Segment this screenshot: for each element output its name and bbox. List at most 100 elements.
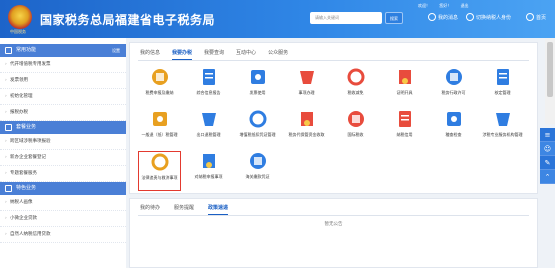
- service-tile[interactable]: 国际税收: [334, 109, 377, 149]
- sidebar-section-feature[interactable]: 特色业务: [0, 182, 126, 195]
- service-tile[interactable]: 发票使用: [236, 67, 279, 107]
- service-float-button[interactable]: ☺: [540, 142, 555, 156]
- sidebar-item[interactable]: 跨区域涉税事项报验: [0, 134, 126, 150]
- menu-float-button[interactable]: ≡: [540, 128, 555, 142]
- report-icon: [198, 67, 220, 87]
- deduction-icon: [247, 109, 269, 129]
- gavel-icon: [149, 152, 171, 172]
- service-tile-label: 证明开具: [396, 90, 413, 95]
- service-tile[interactable]: 税务行政许可: [432, 67, 475, 107]
- sidebar-item[interactable]: 初始化管理: [0, 89, 126, 105]
- tab-public-service[interactable]: 公众服务: [268, 49, 288, 60]
- nav-messages[interactable]: 我的消息: [428, 13, 458, 21]
- service-tile[interactable]: 核定管理: [481, 67, 524, 107]
- service-tile[interactable]: 纳税信用: [383, 109, 426, 149]
- service-tile[interactable]: 海关缴款凭证: [236, 151, 279, 191]
- service-tile-label: 税务行政许可: [441, 90, 466, 95]
- service-tile[interactable]: 事项办理: [285, 67, 328, 107]
- service-tile[interactable]: 法律追责与救济事项: [138, 151, 181, 191]
- service-tile-label: 税收减免: [347, 90, 364, 95]
- service-tile-label: 综合信息报告: [196, 90, 221, 95]
- tab-policy[interactable]: 政策速递: [208, 204, 229, 215]
- home-icon: [526, 13, 534, 21]
- agency-icon: [492, 109, 514, 129]
- nav-home-label: 首页: [536, 14, 547, 21]
- service-tile-label: 对纳税申报事项: [194, 174, 223, 179]
- notice-panel: 我的待办 服务提醒 政策速递 暂无公告: [129, 198, 538, 268]
- top-links: 欢迎！ 您好！ 退出: [418, 3, 477, 9]
- tab-my-todo[interactable]: 我的待办: [140, 204, 160, 215]
- service-tile[interactable]: 一般退（抵）税管理: [138, 109, 181, 149]
- sidebar-item[interactable]: 报税办税: [0, 105, 126, 121]
- service-tile-label: 税务代保管资金收取: [288, 132, 325, 137]
- service-tile-label: 发票使用: [249, 90, 266, 95]
- switch-icon: [466, 13, 474, 21]
- custody-icon: [296, 109, 318, 129]
- service-tile[interactable]: 涉税专业服务机构管理: [481, 109, 524, 149]
- sidebar-item[interactable]: 发票领用: [0, 73, 126, 89]
- sidebar-section-common[interactable]: 常用功能 设置: [0, 44, 126, 57]
- tab-query[interactable]: 我要查询: [204, 49, 224, 60]
- license-icon: [443, 67, 465, 87]
- sidebar-section-package[interactable]: 套餐业务: [0, 121, 126, 134]
- search-input[interactable]: 请输入关键词: [310, 12, 382, 24]
- tax-declare-icon: [149, 67, 171, 87]
- service-tile[interactable]: 出口退税管理: [187, 109, 230, 149]
- nav-switch-identity[interactable]: 切换纳税人身份: [466, 13, 511, 21]
- tab-interaction[interactable]: 互动中心: [236, 49, 256, 60]
- sidebar-item[interactable]: 纳税人画像: [0, 195, 126, 211]
- back-to-top-button[interactable]: ⌃: [540, 170, 555, 184]
- tab-divider: [138, 215, 529, 216]
- sidebar: 常用功能 设置 代开增值税专用发票 发票领用 初始化管理 报税办税 套餐业务 跨…: [0, 38, 126, 268]
- notice-tabs: 我的待办 服务提醒 政策速递: [140, 204, 242, 215]
- service-tile-label: 事项办理: [298, 90, 315, 95]
- section-title: 常用功能: [16, 47, 37, 53]
- certificate-icon: [394, 67, 416, 87]
- emblem-caption: 中国税务: [10, 29, 26, 34]
- feedback-float-button[interactable]: ✎: [540, 156, 555, 170]
- service-tile-label: 核定管理: [494, 90, 511, 95]
- service-tile[interactable]: 稽查检查: [432, 109, 475, 149]
- logout-link[interactable]: 退出: [461, 3, 469, 8]
- sidebar-item[interactable]: 小微企业贷款: [0, 211, 126, 227]
- tab-my-info[interactable]: 我的信息: [140, 49, 160, 60]
- scrollbar-thumb[interactable]: [547, 42, 553, 97]
- nav-messages-label: 我的消息: [438, 14, 459, 21]
- no-notice-text: 暂无公告: [324, 222, 343, 227]
- sidebar-item[interactable]: 专题套餐服务: [0, 166, 126, 182]
- tab-divider: [138, 60, 529, 61]
- sidebar-item[interactable]: 代开增值税专用发票: [0, 57, 126, 73]
- tab-reminders[interactable]: 服务提醒: [174, 204, 194, 215]
- settings-link[interactable]: 设置: [112, 44, 120, 57]
- service-tile[interactable]: 对纳税申报事项: [187, 151, 230, 191]
- service-tile[interactable]: 增值税抵扣凭证管理: [236, 109, 279, 149]
- welcome-text: 欢迎！: [418, 3, 430, 8]
- export-refund-icon: [198, 109, 220, 129]
- main-tabs: 我的信息 我要办税 我要查询 互动中心 公众服务: [140, 49, 300, 60]
- sidebar-item[interactable]: 自然人纳税信用贷款: [0, 227, 126, 243]
- search-button[interactable]: 搜索: [385, 12, 403, 24]
- main-content: 我的信息 我要办税 我要查询 互动中心 公众服务 税费申报及缴纳 综合信息报告 发票…: [129, 38, 538, 268]
- package-icon: [5, 124, 12, 131]
- service-tile-label: 纳税信用: [396, 132, 413, 137]
- inspection-icon: [443, 109, 465, 129]
- service-tile[interactable]: 税收减免: [334, 67, 377, 107]
- section-title: 特色业务: [16, 185, 37, 191]
- service-tile[interactable]: 税务代保管资金收取: [285, 109, 328, 149]
- service-tile[interactable]: 证明开具: [383, 67, 426, 107]
- service-tile-label: 一般退（抵）税管理: [141, 132, 178, 137]
- sidebar-item[interactable]: 新办企业套餐登记: [0, 150, 126, 166]
- section-title: 套餐业务: [16, 124, 37, 130]
- service-tile-label: 增值税抵扣凭证管理: [239, 132, 276, 137]
- scrollbar[interactable]: [545, 38, 555, 124]
- service-tile-label: 涉税专业服务机构管理: [482, 132, 523, 137]
- site-header: 中国税务 国家税务总局福建省电子税务局 请输入关键词 搜索 欢迎！ 您好！ 退出…: [0, 0, 555, 38]
- service-tile[interactable]: 综合信息报告: [187, 67, 230, 107]
- tax-emblem-icon: [8, 5, 32, 29]
- matter-icon: [296, 67, 318, 87]
- nav-home[interactable]: 首页: [526, 13, 546, 21]
- nav-switch-label: 切换纳税人身份: [476, 14, 512, 21]
- service-tile-label: 国际税收: [347, 132, 364, 137]
- tab-tax-handling[interactable]: 我要办税: [172, 49, 193, 60]
- service-tile[interactable]: 税费申报及缴纳: [138, 67, 181, 107]
